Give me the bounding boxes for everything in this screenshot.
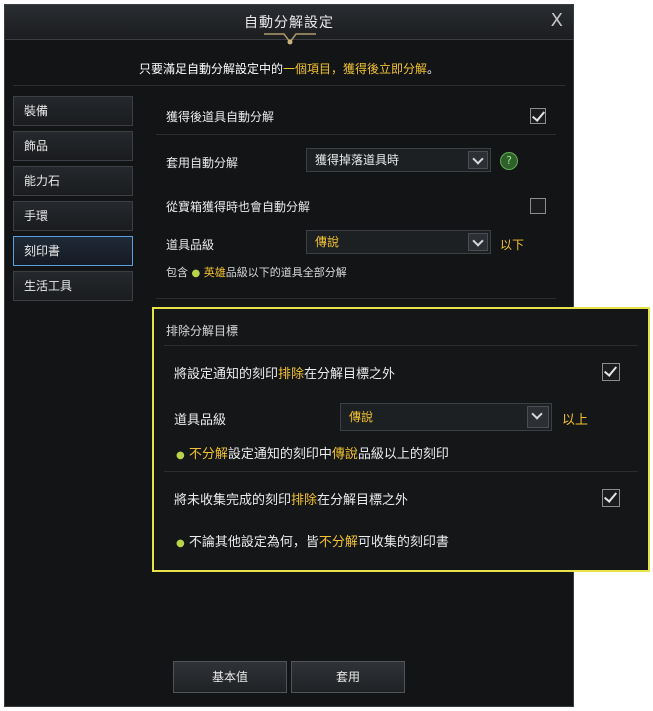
chest-checkbox[interactable] xyxy=(530,198,546,214)
header-divider xyxy=(13,85,565,86)
chest-row: 從寶箱獲得時也會自動分解 xyxy=(148,192,558,220)
instruction-prefix: 只要滿足自動分解設定中的 xyxy=(138,62,283,76)
sidebar-item-life-tool[interactable]: 生活工具 xyxy=(13,271,133,301)
window-title: 自動分解設定 xyxy=(244,15,334,31)
sidebar-item-equipment[interactable]: 裝備 xyxy=(13,96,133,126)
note2-prefix: 不論其他設定為何，皆 xyxy=(188,535,319,550)
exclude-uncollected-suffix: 在分解目標之外 xyxy=(317,493,409,508)
exclude-divider-1 xyxy=(164,345,638,346)
grade-value: 傳說 xyxy=(315,235,340,249)
grade-row: 道具品級 傳說 以下 xyxy=(148,230,558,258)
instruction-highlight: 一個項目，獲得後立即分解 xyxy=(282,62,427,76)
note1-highlight-1: 不分解 xyxy=(188,447,228,462)
exclude-notified-highlight: 排除 xyxy=(278,367,305,382)
instruction-text: 只要滿足自動分解設定中的一個項目，獲得後立即分解。 xyxy=(5,60,573,77)
category-sidebar: 裝備 飾品 能力石 手環 刻印書 生活工具 xyxy=(13,96,133,306)
close-icon[interactable]: X xyxy=(551,10,563,31)
exclude-grade-value: 傳說 xyxy=(349,410,374,424)
exclude-grade-select[interactable]: 傳說 xyxy=(340,403,552,431)
bullet-icon: ● xyxy=(191,268,201,279)
exclude-notified-suffix: 在分解目標之外 xyxy=(304,367,396,382)
include-note: 包含 ● 英雄品級以下的道具全部分解 xyxy=(148,262,558,280)
sidebar-item-ability-stone[interactable]: 能力石 xyxy=(13,166,133,196)
exclude-notified-checkbox[interactable] xyxy=(602,363,620,381)
chevron-down-icon xyxy=(468,233,488,251)
bullet-icon: ● xyxy=(176,450,185,461)
note1-highlight-2: 傳說 xyxy=(331,447,358,462)
exclude-divider-2 xyxy=(164,471,638,472)
title-ornament-icon xyxy=(264,33,316,45)
apply-mode-value: 獲得掉落道具時 xyxy=(315,153,400,167)
sidebar-item-bracelet[interactable]: 手環 xyxy=(13,201,133,231)
include-prefix: 包含 xyxy=(166,266,188,279)
exclude-uncollected-checkbox[interactable] xyxy=(602,489,620,507)
apply-row: 套用自動分解 獲得掉落道具時 ? xyxy=(148,148,558,176)
grade-select[interactable]: 傳說 xyxy=(306,230,491,254)
exclude-uncollected-prefix: 將未收集完成的刻印 xyxy=(174,493,292,508)
chevron-down-icon xyxy=(527,406,549,428)
exclude-grade-label: 道具品級 xyxy=(174,413,227,428)
exclude-notified-prefix: 將設定通知的刻印 xyxy=(174,367,279,382)
auto-on-obtain-row: 獲得後道具自動分解 xyxy=(148,102,558,130)
apply-mode-select[interactable]: 獲得掉落道具時 xyxy=(306,148,491,172)
bullet-icon: ● xyxy=(176,538,185,549)
grade-suffix: 以下 xyxy=(500,238,525,252)
apply-label: 套用自動分解 xyxy=(166,156,239,170)
note1-middle: 設定通知的刻印中 xyxy=(227,447,332,462)
help-icon[interactable]: ? xyxy=(500,152,518,170)
note1-suffix: 品級以上的刻印 xyxy=(357,447,449,462)
title-bar: 自動分解設定 X xyxy=(5,5,573,45)
sidebar-item-engraving-book[interactable]: 刻印書 xyxy=(13,236,133,266)
apply-button[interactable]: 套用 xyxy=(291,661,405,693)
include-suffix: 品級以下的道具全部分解 xyxy=(225,266,347,279)
exclude-panel: 排除分解目標 將設定通知的刻印排除在分解目標之外 道具品級 傳說 以上 ● 不分… xyxy=(152,307,650,572)
auto-on-obtain-checkbox[interactable] xyxy=(530,108,546,124)
auto-on-obtain-label: 獲得後道具自動分解 xyxy=(166,110,275,124)
button-bar: 基本值 套用 xyxy=(5,655,573,705)
exclude-grade-suffix: 以上 xyxy=(562,413,589,428)
sidebar-item-accessory[interactable]: 飾品 xyxy=(13,131,133,161)
settings-divider-1 xyxy=(156,134,556,135)
note2-highlight: 不分解 xyxy=(318,535,358,550)
chevron-down-icon xyxy=(468,151,488,169)
default-button[interactable]: 基本值 xyxy=(173,661,287,693)
settings-divider-2 xyxy=(156,298,556,299)
instruction-suffix: 。 xyxy=(427,62,440,76)
include-highlight: 英雄 xyxy=(203,266,226,279)
exclude-title: 排除分解目標 xyxy=(166,324,239,338)
exclude-grade-row: 道具品級 傳說 以上 xyxy=(154,403,648,433)
chest-label: 從寶箱獲得時也會自動分解 xyxy=(166,200,311,214)
exclude-uncollected-highlight: 排除 xyxy=(291,493,318,508)
grade-label: 道具品級 xyxy=(166,238,215,252)
note2-suffix: 可收集的刻印書 xyxy=(357,535,449,550)
